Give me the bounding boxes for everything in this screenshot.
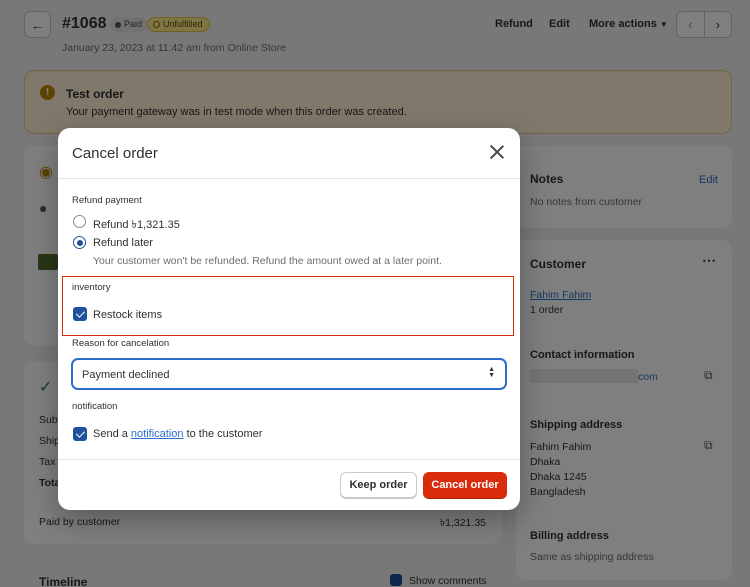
notification-section-label: notification: [72, 401, 118, 412]
footer-divider: [58, 459, 520, 460]
reason-value: Payment declined: [82, 369, 170, 381]
refund-later-radio[interactable]: [73, 236, 86, 249]
reason-select[interactable]: Payment declined ▲ ▼: [72, 359, 506, 389]
notify-label: Send a notification to the customer: [93, 428, 263, 440]
refund-section-label: Refund payment: [72, 195, 142, 206]
refund-now-radio[interactable]: [73, 215, 86, 228]
notify-checkbox[interactable]: [73, 427, 87, 441]
modal-title: Cancel order: [72, 145, 158, 162]
inventory-highlight-box: [62, 276, 514, 336]
notification-link[interactable]: notification: [131, 428, 184, 440]
refund-later-help: Your customer won't be refunded. Refund …: [93, 255, 442, 267]
cancel-order-button[interactable]: Cancel order: [423, 472, 507, 498]
divider: [58, 178, 520, 179]
refund-later-label[interactable]: Refund later: [93, 237, 153, 249]
refund-now-label[interactable]: Refund ৳1,321.35: [93, 216, 180, 235]
select-arrows-icon: ▲ ▼: [488, 366, 495, 379]
reason-section-label: Reason for cancelation: [72, 338, 170, 349]
close-icon[interactable]: [488, 143, 506, 161]
keep-order-button[interactable]: Keep order: [340, 472, 417, 498]
